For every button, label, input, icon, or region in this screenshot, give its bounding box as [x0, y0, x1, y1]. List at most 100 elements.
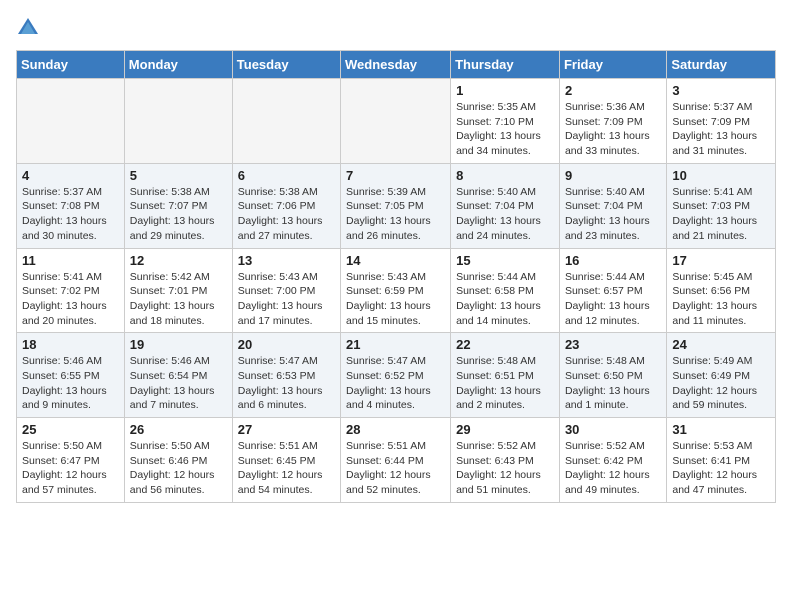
- day-info: Sunrise: 5:44 AMSunset: 6:57 PMDaylight:…: [565, 270, 661, 329]
- day-info: Sunrise: 5:38 AMSunset: 7:07 PMDaylight:…: [130, 185, 227, 244]
- page-header: [16, 16, 776, 40]
- day-info: Sunrise: 5:37 AMSunset: 7:08 PMDaylight:…: [22, 185, 119, 244]
- calendar-cell: 10 Sunrise: 5:41 AMSunset: 7:03 PMDayligh…: [667, 163, 776, 248]
- day-info: Sunrise: 5:40 AMSunset: 7:04 PMDaylight:…: [565, 185, 661, 244]
- day-info: Sunrise: 5:40 AMSunset: 7:04 PMDaylight:…: [456, 185, 554, 244]
- day-number: 17: [672, 253, 770, 268]
- day-number: 30: [565, 422, 661, 437]
- day-info: Sunrise: 5:38 AMSunset: 7:06 PMDaylight:…: [238, 185, 335, 244]
- day-info: Sunrise: 5:49 AMSunset: 6:49 PMDaylight:…: [672, 354, 770, 413]
- day-number: 24: [672, 337, 770, 352]
- day-info: Sunrise: 5:41 AMSunset: 7:03 PMDaylight:…: [672, 185, 770, 244]
- day-number: 16: [565, 253, 661, 268]
- day-number: 31: [672, 422, 770, 437]
- calendar-cell: [17, 79, 125, 164]
- calendar-cell: 17Sunrise: 5:45 AMSunset: 6:56 PMDayligh…: [667, 248, 776, 333]
- calendar-cell: 7 Sunrise: 5:39 AMSunset: 7:05 PMDaylight…: [341, 163, 451, 248]
- day-number: 26: [130, 422, 227, 437]
- day-number: 14: [346, 253, 445, 268]
- calendar-week-row: 11 Sunrise: 5:41 AMSunset: 7:02 PMDayligh…: [17, 248, 776, 333]
- day-info: Sunrise: 5:42 AMSunset: 7:01 PMDaylight:…: [130, 270, 227, 329]
- calendar-cell: 11 Sunrise: 5:41 AMSunset: 7:02 PMDayligh…: [17, 248, 125, 333]
- calendar-cell: 18 Sunrise: 5:46 AMSunset: 6:55 PMDayligh…: [17, 333, 125, 418]
- calendar-cell: 15 Sunrise: 5:44 AMSunset: 6:58 PMDayligh…: [451, 248, 560, 333]
- day-number: 20: [238, 337, 335, 352]
- day-info: Sunrise: 5:37 AMSunset: 7:09 PMDaylight:…: [672, 100, 770, 159]
- calendar-cell: 4 Sunrise: 5:37 AMSunset: 7:08 PMDaylight…: [17, 163, 125, 248]
- day-number: 8: [456, 168, 554, 183]
- calendar-table: SundayMondayTuesdayWednesdayThursdayFrid…: [16, 50, 776, 503]
- day-info: Sunrise: 5:46 AMSunset: 6:54 PMDaylight:…: [130, 354, 227, 413]
- day-info: Sunrise: 5:52 AMSunset: 6:42 PMDaylight:…: [565, 439, 661, 498]
- calendar-cell: 23 Sunrise: 5:48 AMSunset: 6:50 PMDayligh…: [559, 333, 666, 418]
- calendar-header-row: SundayMondayTuesdayWednesdayThursdayFrid…: [17, 51, 776, 79]
- day-info: Sunrise: 5:48 AMSunset: 6:51 PMDaylight:…: [456, 354, 554, 413]
- calendar-cell: [124, 79, 232, 164]
- calendar-cell: 16 Sunrise: 5:44 AMSunset: 6:57 PMDayligh…: [559, 248, 666, 333]
- day-number: 29: [456, 422, 554, 437]
- day-info: Sunrise: 5:53 AMSunset: 6:41 PMDaylight:…: [672, 439, 770, 498]
- day-number: 19: [130, 337, 227, 352]
- day-info: Sunrise: 5:43 AMSunset: 6:59 PMDaylight:…: [346, 270, 445, 329]
- calendar-header-sunday: Sunday: [17, 51, 125, 79]
- day-number: 2: [565, 83, 661, 98]
- day-number: 6: [238, 168, 335, 183]
- day-number: 13: [238, 253, 335, 268]
- day-info: Sunrise: 5:41 AMSunset: 7:02 PMDaylight:…: [22, 270, 119, 329]
- calendar-header-friday: Friday: [559, 51, 666, 79]
- calendar-cell: 27 Sunrise: 5:51 AMSunset: 6:45 PMDayligh…: [232, 418, 340, 503]
- calendar-cell: 14 Sunrise: 5:43 AMSunset: 6:59 PMDayligh…: [341, 248, 451, 333]
- calendar-header-tuesday: Tuesday: [232, 51, 340, 79]
- day-number: 12: [130, 253, 227, 268]
- calendar-header-saturday: Saturday: [667, 51, 776, 79]
- day-info: Sunrise: 5:51 AMSunset: 6:45 PMDaylight:…: [238, 439, 335, 498]
- day-number: 23: [565, 337, 661, 352]
- calendar-cell: 2 Sunrise: 5:36 AMSunset: 7:09 PMDaylight…: [559, 79, 666, 164]
- calendar-cell: 24 Sunrise: 5:49 AMSunset: 6:49 PMDayligh…: [667, 333, 776, 418]
- day-number: 22: [456, 337, 554, 352]
- day-number: 4: [22, 168, 119, 183]
- calendar-week-row: 1Sunrise: 5:35 AMSunset: 7:10 PMDaylight…: [17, 79, 776, 164]
- day-number: 18: [22, 337, 119, 352]
- calendar-cell: 26 Sunrise: 5:50 AMSunset: 6:46 PMDayligh…: [124, 418, 232, 503]
- day-info: Sunrise: 5:50 AMSunset: 6:46 PMDaylight:…: [130, 439, 227, 498]
- day-info: Sunrise: 5:52 AMSunset: 6:43 PMDaylight:…: [456, 439, 554, 498]
- day-info: Sunrise: 5:43 AMSunset: 7:00 PMDaylight:…: [238, 270, 335, 329]
- day-number: 3: [672, 83, 770, 98]
- calendar-cell: 22 Sunrise: 5:48 AMSunset: 6:51 PMDayligh…: [451, 333, 560, 418]
- calendar-cell: 19 Sunrise: 5:46 AMSunset: 6:54 PMDayligh…: [124, 333, 232, 418]
- calendar-cell: 8 Sunrise: 5:40 AMSunset: 7:04 PMDaylight…: [451, 163, 560, 248]
- calendar-cell: 3 Sunrise: 5:37 AMSunset: 7:09 PMDaylight…: [667, 79, 776, 164]
- day-number: 7: [346, 168, 445, 183]
- calendar-cell: 9Sunrise: 5:40 AMSunset: 7:04 PMDaylight…: [559, 163, 666, 248]
- day-info: Sunrise: 5:39 AMSunset: 7:05 PMDaylight:…: [346, 185, 445, 244]
- calendar-week-row: 25 Sunrise: 5:50 AMSunset: 6:47 PMDayligh…: [17, 418, 776, 503]
- day-number: 15: [456, 253, 554, 268]
- day-number: 27: [238, 422, 335, 437]
- calendar-cell: 5 Sunrise: 5:38 AMSunset: 7:07 PMDaylight…: [124, 163, 232, 248]
- day-info: Sunrise: 5:50 AMSunset: 6:47 PMDaylight:…: [22, 439, 119, 498]
- day-info: Sunrise: 5:48 AMSunset: 6:50 PMDaylight:…: [565, 354, 661, 413]
- day-number: 28: [346, 422, 445, 437]
- calendar-cell: [232, 79, 340, 164]
- day-info: Sunrise: 5:47 AMSunset: 6:53 PMDaylight:…: [238, 354, 335, 413]
- day-info: Sunrise: 5:47 AMSunset: 6:52 PMDaylight:…: [346, 354, 445, 413]
- day-info: Sunrise: 5:51 AMSunset: 6:44 PMDaylight:…: [346, 439, 445, 498]
- day-number: 5: [130, 168, 227, 183]
- logo-icon: [16, 16, 40, 40]
- day-info: Sunrise: 5:44 AMSunset: 6:58 PMDaylight:…: [456, 270, 554, 329]
- calendar-cell: 21Sunrise: 5:47 AMSunset: 6:52 PMDayligh…: [341, 333, 451, 418]
- calendar-week-row: 4 Sunrise: 5:37 AMSunset: 7:08 PMDaylight…: [17, 163, 776, 248]
- calendar-cell: 20 Sunrise: 5:47 AMSunset: 6:53 PMDayligh…: [232, 333, 340, 418]
- calendar-header-thursday: Thursday: [451, 51, 560, 79]
- calendar-cell: 25 Sunrise: 5:50 AMSunset: 6:47 PMDayligh…: [17, 418, 125, 503]
- day-info: Sunrise: 5:46 AMSunset: 6:55 PMDaylight:…: [22, 354, 119, 413]
- day-number: 11: [22, 253, 119, 268]
- calendar-cell: 29 Sunrise: 5:52 AMSunset: 6:43 PMDayligh…: [451, 418, 560, 503]
- logo: [16, 16, 44, 40]
- day-number: 25: [22, 422, 119, 437]
- day-info: Sunrise: 5:36 AMSunset: 7:09 PMDaylight:…: [565, 100, 661, 159]
- calendar-cell: 12 Sunrise: 5:42 AMSunset: 7:01 PMDayligh…: [124, 248, 232, 333]
- day-number: 10: [672, 168, 770, 183]
- calendar-cell: 28 Sunrise: 5:51 AMSunset: 6:44 PMDayligh…: [341, 418, 451, 503]
